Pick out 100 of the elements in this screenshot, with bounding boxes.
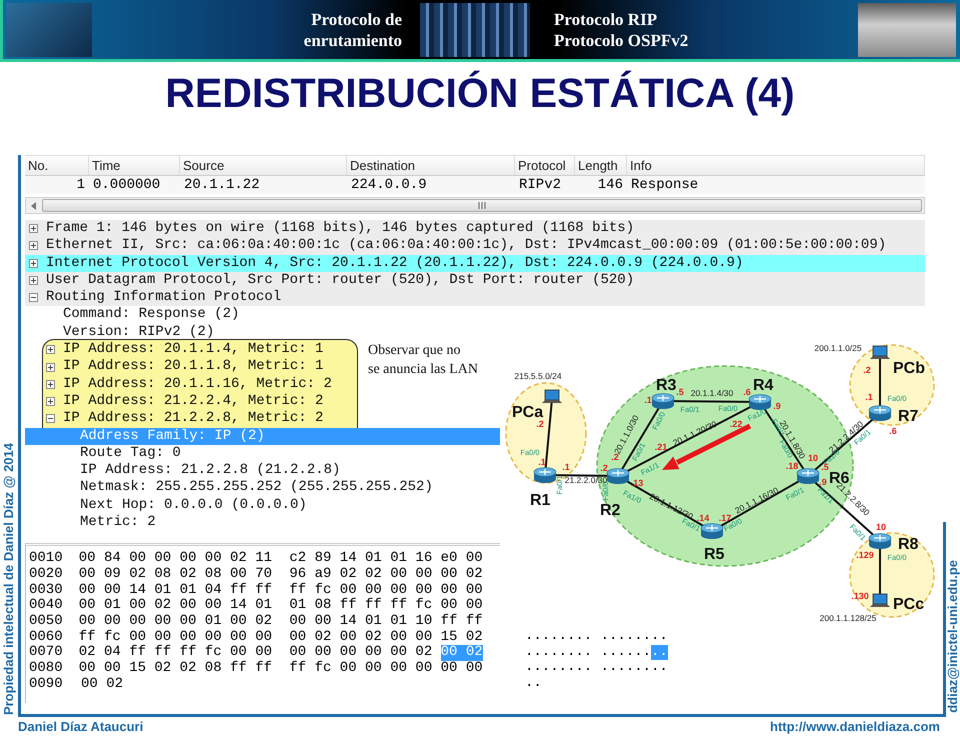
- hex-offset: 0010: [29, 551, 64, 568]
- hex-bytes[interactable]: ff fc 00 00 00 00 00 00: [78, 630, 272, 646]
- address-label: .1: [865, 392, 873, 402]
- detail-row[interactable]: Frame 1: 146 bytes on wire (1168 bits), 146 bytes captured (1168 bits): [25, 220, 925, 238]
- column-header[interactable]: Source: [180, 156, 347, 175]
- hex-offset: 0090: [29, 676, 64, 693]
- column-header[interactable]: Info: [627, 156, 925, 175]
- annotation-text: Observar que no se anuncia las LAN: [368, 342, 478, 380]
- address-label: 10: [876, 522, 886, 532]
- detail-row[interactable]: Ethernet II, Src: ca:06:0a:40:00:1c (ca:06:0a:40:00:1c), Dst: IPv4mcast_00:00:09 (01:00:5e:00:00:09): [25, 237, 925, 255]
- left-arrow-icon[interactable]: [30, 202, 38, 210]
- hex-bytes[interactable]: 00 00 15 02 02 08 ff ff: [78, 661, 272, 677]
- laptop-icon[interactable]: [870, 346, 890, 360]
- detail-row[interactable]: IP Address: 21.2.2.4, Metric: 2: [25, 392, 324, 410]
- hex-bytes[interactable]: c2 89 14 01 01 16 e0 00: [289, 551, 483, 568]
- detail-row[interactable]: IP Address: 21.2.2.8 (21.2.2.8): [25, 462, 340, 480]
- header-topic: Protocolo OSPFv2: [554, 30, 688, 50]
- hex-bytes[interactable]: ff fc 00 00 00 00 00 00: [289, 582, 483, 598]
- website-link[interactable]: http://www.danieldiaza.com: [770, 718, 940, 735]
- expand-icon[interactable]: [46, 362, 55, 372]
- hex-offset: 0020: [29, 567, 64, 583]
- detail-row[interactable]: Internet Protocol Version 4, Src: 20.1.1.22 (20.1.1.22), Dst: 224.0.0.9 (224.0.0.9): [25, 254, 925, 272]
- detail-row[interactable]: Version: RIPv2 (2): [25, 324, 925, 342]
- hex-bytes[interactable]: 02 04 ff ff ff fc 00 00: [78, 645, 272, 662]
- laptop-icon[interactable]: [870, 594, 890, 608]
- detail-row[interactable]: Routing Information Protocol: [25, 289, 925, 306]
- hex-bytes[interactable]: 00 00 14 01 01 04 ff ff: [78, 582, 272, 598]
- detail-row[interactable]: Netmask: 255.255.255.252 (255.255.255.252): [25, 479, 433, 497]
- collapse-icon[interactable]: [29, 293, 38, 302]
- column-header[interactable]: No.: [25, 156, 89, 175]
- hex-offset: 0060: [29, 630, 64, 646]
- scrollbar-thumb[interactable]: [42, 199, 922, 212]
- ascii-text[interactable]: ..: [525, 676, 542, 692]
- detail-row[interactable]: Metric: 2: [25, 514, 156, 532]
- packet-cell-text: 0.000000: [92, 176, 162, 194]
- hex-bytes[interactable]: ff fc 00 00 00 00 00 00: [289, 661, 483, 677]
- detail-row[interactable]: IP Address: 21.2.2.8, Metric: 2: [25, 410, 324, 428]
- expand-icon[interactable]: [29, 276, 38, 286]
- detail-row[interactable]: Command: Response (2): [25, 306, 925, 324]
- ascii-text[interactable]: ........ ........: [525, 660, 668, 676]
- column-header[interactable]: Length: [575, 156, 627, 175]
- detail-row[interactable]: Route Tag: 0: [25, 444, 181, 462]
- expand-icon[interactable]: [46, 380, 55, 389]
- expand-icon[interactable]: [46, 397, 55, 406]
- hex-bytes[interactable]: 00 09 02 08 02 08 00 70: [78, 567, 272, 583]
- collapse-icon[interactable]: [46, 414, 55, 424]
- node-label: R4: [753, 377, 774, 394]
- packet-cell-text: 20.1.1.22: [183, 176, 261, 194]
- copyright-label: Propiedad intelectual de Daniel Díaz @ 2014: [1, 442, 17, 717]
- detail-row[interactable]: User Datagram Protocol, Src Port: router (520), Dst Port: router (520): [25, 272, 925, 290]
- address-label: .14: [696, 513, 710, 524]
- network-label: 200.1.1.128/25: [820, 613, 876, 624]
- hex-bytes[interactable]: 00 01 00 02 00 00 14 01: [78, 598, 272, 614]
- detail-row[interactable]: IP Address: 20.1.1.4, Metric: 1: [25, 341, 324, 358]
- node-label: R7: [898, 408, 918, 426]
- router-icon[interactable]: [700, 523, 724, 540]
- address-label: .6: [743, 387, 751, 398]
- hex-bytes[interactable]: 00 02: [81, 676, 124, 693]
- address-label: .5: [676, 387, 684, 398]
- author-name: Daniel Díaz Ataucuri: [18, 718, 144, 735]
- column-header[interactable]: Time: [89, 156, 180, 175]
- detail-row[interactable]: IP Address: 20.1.1.8, Metric: 1: [25, 358, 324, 376]
- hex-bytes[interactable]: 00 84 00 00 00 00 02 11: [78, 551, 272, 568]
- expand-icon[interactable]: [46, 345, 55, 354]
- laptop-icon[interactable]: [542, 390, 562, 404]
- router-icon[interactable]: [606, 468, 630, 484]
- node-label: R2: [600, 502, 620, 520]
- hex-bytes[interactable]: 96 a9 02 02 00 00 00 02: [289, 567, 483, 583]
- address-label: .1: [562, 462, 570, 472]
- packet-row[interactable]: 1 0.000000 20.1.1.22 224.0.0.9 RIPv2 146 Response: [25, 176, 925, 194]
- address-label: .17: [718, 513, 732, 524]
- hex-bytes[interactable]: 00 02 00 02 00 00 15 02: [289, 630, 483, 646]
- expand-icon[interactable]: [29, 224, 38, 234]
- horizontal-scrollbar[interactable]: [25, 197, 925, 214]
- address-label: .9: [819, 477, 827, 488]
- node-label: R3: [656, 377, 676, 394]
- address-label: .2: [536, 419, 544, 430]
- node-label: PCa: [512, 404, 544, 422]
- contact-email: ddiaz@inictel-uni.edu.pe: [945, 560, 960, 715]
- expand-icon[interactable]: [29, 241, 38, 250]
- grip-icon: [478, 202, 486, 209]
- address-label: .13: [630, 478, 644, 488]
- expand-icon[interactable]: [29, 258, 38, 268]
- network-label: 215.5.5.0/24: [514, 371, 562, 382]
- hex-bytes[interactable]: 01 08 ff ff ff fc 00 00: [289, 598, 483, 614]
- address-label: .22: [730, 419, 742, 430]
- header-topic: Protocolo RIP: [554, 8, 658, 30]
- column-header[interactable]: Destination: [347, 156, 515, 175]
- network-label: 20.1.1.4/30: [690, 388, 734, 398]
- ascii-text[interactable]: ........ ........: [525, 629, 668, 645]
- detail-row[interactable]: IP Address: 20.1.1.16, Metric: 2: [25, 376, 332, 393]
- detail-row[interactable]: Next Hop: 0.0.0.0 (0.0.0.0): [25, 496, 307, 514]
- address-label: .9: [773, 401, 781, 412]
- hex-bytes[interactable]: 00 00 14 01 01 10 ff ff: [289, 614, 483, 630]
- ascii-text[interactable]: ........ ......: [525, 644, 652, 660]
- column-header[interactable]: Protocol: [515, 156, 575, 175]
- hex-bytes[interactable]: 00 00 00 00 00 01 00 02: [78, 614, 272, 630]
- hex-bytes[interactable]: 00 00 00 00 00 02: [289, 645, 432, 662]
- node-label: R8: [898, 536, 918, 554]
- router-icon[interactable]: [796, 468, 820, 484]
